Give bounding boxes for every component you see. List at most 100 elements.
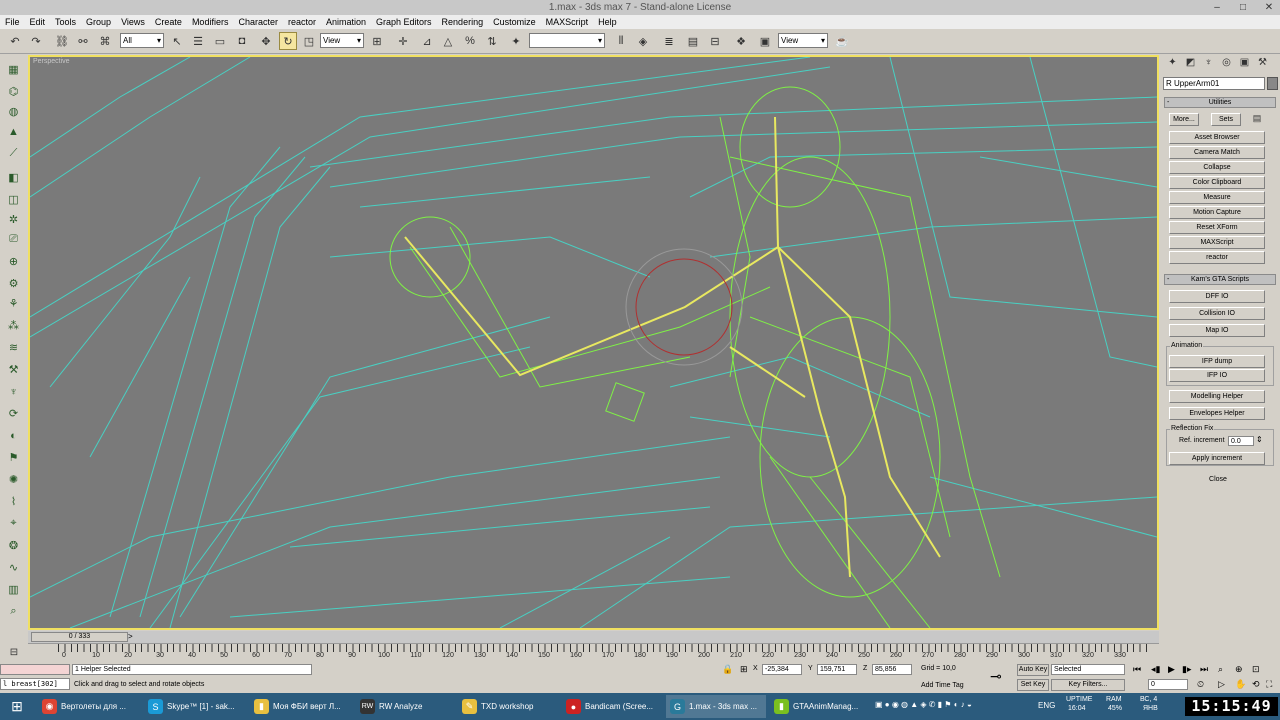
viewport-label[interactable]: Perspective bbox=[33, 58, 70, 65]
auto-key-button[interactable]: Auto Key bbox=[1017, 664, 1049, 676]
task-chrome[interactable]: ◉ Вертолеты для ... bbox=[38, 695, 142, 718]
menu-modifiers[interactable]: Modifiers bbox=[187, 15, 234, 29]
select-manipulate-icon[interactable]: ✛ bbox=[394, 32, 412, 50]
orbit-icon[interactable]: ⟲ bbox=[1252, 679, 1260, 690]
time-config-icon[interactable]: ⏲ bbox=[1197, 679, 1204, 690]
key-filters-button[interactable]: Key Filters... bbox=[1051, 679, 1125, 691]
menu-graph-editors[interactable]: Graph Editors bbox=[371, 15, 437, 29]
layer-manager-icon[interactable]: ≣ bbox=[660, 32, 678, 50]
ifp-dump-button[interactable]: IFP dump bbox=[1169, 355, 1265, 368]
compound-icon[interactable]: ◫ bbox=[5, 191, 22, 208]
dff-io-button[interactable]: DFF IO bbox=[1169, 290, 1265, 303]
material-editor-icon[interactable]: ❖ bbox=[732, 32, 750, 50]
utility-icon[interactable]: ⚑ bbox=[5, 449, 22, 466]
menu-rendering[interactable]: Rendering bbox=[437, 15, 489, 29]
next-frame-arrow-icon[interactable]: > bbox=[128, 632, 133, 641]
reactor-button[interactable]: reactor bbox=[1169, 251, 1265, 264]
menu-character[interactable]: Character bbox=[233, 15, 283, 29]
menu-views[interactable]: Views bbox=[116, 15, 150, 29]
collision-io-button[interactable]: Collision IO bbox=[1169, 307, 1265, 320]
rect-selection-icon[interactable]: ▭ bbox=[211, 32, 229, 50]
reset-xform-button[interactable]: Reset XForm bbox=[1169, 221, 1265, 234]
maxscript-listener[interactable]: l breast[302] bbox=[0, 678, 70, 690]
key-mode-dropdown[interactable]: Selected bbox=[1051, 664, 1125, 675]
schematic-view-icon[interactable]: ⊟ bbox=[706, 32, 724, 50]
window-crossing-icon[interactable]: ◘ bbox=[233, 32, 251, 50]
create-tab-icon[interactable]: ✦ bbox=[1164, 57, 1181, 73]
color-clipboard-button[interactable]: Color Clipboard bbox=[1169, 176, 1265, 189]
edit-named-sel-icon[interactable]: ✦ bbox=[507, 32, 525, 50]
task-skype[interactable]: S Skype™ [1] - sak... bbox=[144, 695, 248, 718]
maximize-icon[interactable]: □ bbox=[1236, 0, 1250, 15]
add-time-tag[interactable]: Add Time Tag bbox=[921, 682, 964, 689]
scale-icon[interactable]: ◳ bbox=[300, 32, 318, 50]
key-mode-icon[interactable]: ⊸ bbox=[990, 668, 1002, 685]
task-3dsmax[interactable]: G 1.max - 3ds max ... bbox=[666, 695, 766, 718]
camera-match-button[interactable]: Camera Match bbox=[1169, 146, 1265, 159]
create-box-icon[interactable]: ▦ bbox=[5, 61, 22, 78]
menu-animation[interactable]: Animation bbox=[321, 15, 371, 29]
utilities-tab-icon[interactable]: ⚒ bbox=[1254, 57, 1271, 73]
object-icon[interactable]: ◧ bbox=[5, 169, 22, 186]
close-button[interactable]: Close bbox=[1207, 474, 1229, 487]
rotate-icon[interactable]: ↻ bbox=[279, 32, 297, 50]
asset-browser-button[interactable]: Asset Browser bbox=[1169, 131, 1265, 144]
ref-increment-input[interactable]: 0.0 bbox=[1228, 436, 1254, 446]
goto-end-icon[interactable]: ⏭ bbox=[1200, 664, 1208, 675]
preview-icon[interactable]: ▥ bbox=[5, 581, 22, 598]
camera-icon[interactable]: ⎚ bbox=[5, 231, 22, 248]
measure-button[interactable]: Measure bbox=[1169, 191, 1265, 204]
menu-reactor[interactable]: reactor bbox=[283, 15, 321, 29]
task-folder[interactable]: ▮ Моя ФБИ верт Л... bbox=[250, 695, 354, 718]
redo-icon[interactable]: ↷ bbox=[27, 32, 45, 50]
maxscript-mini-listener-pink[interactable] bbox=[0, 664, 70, 675]
display-tab-icon[interactable]: ▣ bbox=[1236, 57, 1253, 73]
selection-filter-dropdown[interactable]: All bbox=[120, 33, 164, 48]
ref-coord-dropdown[interactable]: View bbox=[320, 33, 364, 48]
display-icon[interactable]: ◐ bbox=[5, 427, 22, 444]
track-bar[interactable]: 0 10 20 30 40 50 60 70 80 90 100 110 120 130 140 150 160… bbox=[28, 643, 1159, 662]
prev-frame-icon[interactable]: ◂▮ bbox=[1151, 664, 1160, 675]
task-rw-analyze[interactable]: RW RW Analyze bbox=[356, 695, 456, 718]
lock-selection-icon[interactable]: 🔒 bbox=[722, 664, 733, 675]
ifp-io-button[interactable]: IFP IO bbox=[1169, 369, 1265, 382]
minimize-icon[interactable]: – bbox=[1210, 0, 1224, 15]
create-cone-icon[interactable]: ▲ bbox=[5, 123, 22, 140]
time-slider-thumb[interactable]: 0 / 333 bbox=[31, 632, 128, 642]
pan-icon[interactable]: ✋ bbox=[1235, 679, 1246, 690]
menu-tools[interactable]: Tools bbox=[50, 15, 81, 29]
maximize-viewport-icon[interactable]: ⛶ bbox=[1266, 679, 1272, 690]
time-slider[interactable]: 0 / 333 > bbox=[28, 631, 1159, 643]
named-selection-dropdown[interactable] bbox=[529, 33, 605, 48]
menu-edit[interactable]: Edit bbox=[25, 15, 51, 29]
link-icon[interactable]: ⛓ bbox=[53, 32, 71, 50]
y-coordinate-field[interactable]: 159,751 bbox=[817, 664, 857, 675]
zoom-all-icon[interactable]: ⊕ bbox=[1235, 664, 1243, 675]
lights-icon[interactable]: ✲ bbox=[5, 211, 22, 228]
analyze-icon[interactable]: ⌕ bbox=[5, 603, 22, 620]
unlink-icon[interactable]: ⚯ bbox=[74, 32, 92, 50]
render-scene-icon[interactable]: ▣ bbox=[756, 32, 774, 50]
task-txd-workshop[interactable]: ✎ TXD workshop bbox=[458, 695, 558, 718]
modifier-icon[interactable]: ⚒ bbox=[5, 361, 22, 378]
pivot-center-icon[interactable]: ⊞ bbox=[368, 32, 386, 50]
mirror-icon[interactable]: ⫴ bbox=[612, 32, 630, 50]
particles-icon[interactable]: ⁂ bbox=[5, 317, 22, 334]
hierarchy-tab-icon[interactable]: ♆ bbox=[1200, 57, 1217, 73]
apply-increment-button[interactable]: Apply increment bbox=[1169, 452, 1265, 465]
menu-customize[interactable]: Customize bbox=[488, 15, 541, 29]
object-color-swatch[interactable] bbox=[1267, 77, 1278, 90]
gta-scripts-rollout-header[interactable]: - Kam's GTA Scripts bbox=[1164, 274, 1276, 285]
utilities-rollout-header[interactable]: - Utilities bbox=[1164, 97, 1276, 108]
snap-toggle-icon[interactable]: ⊿ bbox=[418, 32, 436, 50]
dynamics-icon[interactable]: ≋ bbox=[5, 339, 22, 356]
set-key-button[interactable]: Set Key bbox=[1017, 679, 1049, 691]
goto-start-icon[interactable]: ⏮ bbox=[1133, 664, 1141, 675]
field-of-view-icon[interactable]: ▷ bbox=[1218, 679, 1225, 690]
language-indicator[interactable]: ENG bbox=[1038, 701, 1055, 710]
select-object-icon[interactable]: ↖ bbox=[168, 32, 186, 50]
reactor-icon[interactable]: ✺ bbox=[5, 471, 22, 488]
collection-icon[interactable]: ⌖ bbox=[5, 515, 22, 532]
absolute-mode-icon[interactable]: ⊞ bbox=[740, 664, 748, 675]
sets-button[interactable]: Sets bbox=[1211, 113, 1241, 126]
